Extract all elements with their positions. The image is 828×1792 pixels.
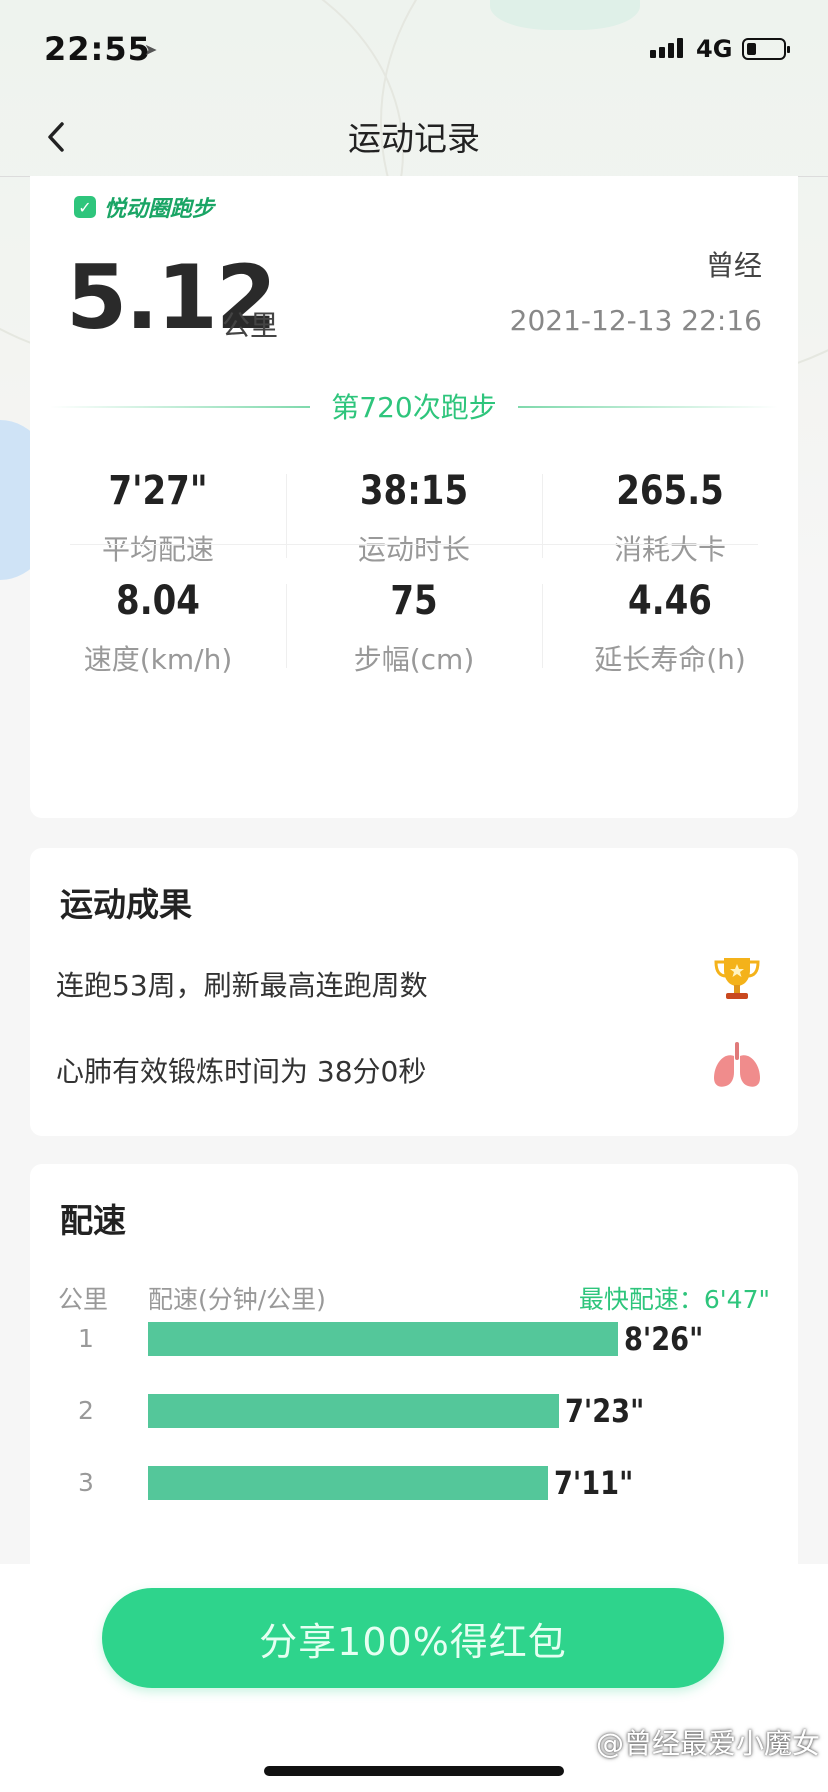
row-separator [70,544,758,545]
stat-stride: 75 步幅(cm) [286,574,542,678]
stat-label: 步幅(cm) [353,643,475,676]
pace-bar [148,1394,559,1428]
pace-value: 7'11" [554,1464,634,1502]
stat-label: 速度(km/h) [83,643,233,676]
distance-unit: 公里 [222,309,279,342]
stat-value: 4.46 [628,578,712,624]
stat-value: 38:15 [359,468,469,514]
pace-row: 2 7'23" [30,1392,798,1432]
pace-card: 配速 公里 配速(分钟/公里) 最快配速：6'47" 1 8'26" 2 7'23" 3… [30,1164,798,1564]
divider-line-right [518,406,778,408]
stat-life-extended: 4.46 延长寿命(h) [542,574,798,678]
stat-calories: 265.5 消耗大卡 [542,464,798,568]
pace-km-label: 1 [78,1324,94,1353]
brand-logo: ✓ 悦动圈跑步 [74,192,214,222]
pace-km-label: 2 [78,1396,94,1425]
achievements-card: 运动成果 连跑53周，刷新最高连跑周数 心肺有效锻炼时间为 38分0秒 [30,848,798,1136]
battery-level [747,43,756,55]
status-time: 22:55 [44,30,151,68]
battery-icon [742,38,790,60]
stat-label: 运动时长 [357,533,470,566]
pace-row: 1 8'26" [30,1320,798,1360]
section-title: 运动成果 [60,885,192,924]
stat-value: 8.04 [116,578,200,624]
fastest-pace: 最快配速：6'47" [578,1285,770,1314]
stat-duration: 38:15 运动时长 [286,464,542,568]
stat-label: 消耗大卡 [613,533,726,566]
watermark: @曾经最爱小魔女 [595,1727,820,1760]
stat-speed: 8.04 速度(km/h) [30,574,286,678]
home-indicator[interactable] [264,1766,564,1776]
brand-name: 悦动圈跑步 [104,197,215,222]
run-count-divider: 第720次跑步 [50,386,778,426]
achievement-text: 连跑53周，刷新最高连跑周数 [56,969,428,1002]
stats-row: 7'27" 平均配速 38:15 运动时长 265.5 消耗大卡 [30,464,798,584]
pace-value: 7'23" [565,1392,645,1430]
stat-value: 75 [390,578,438,624]
bottom-bar: 分享100%得红包 @曾经最爱小魔女 [0,1564,828,1792]
user-name[interactable]: 曾经 [706,244,762,284]
pace-value: 8'26" [624,1320,704,1358]
location-arrow-icon: ➤ [144,40,158,59]
stats-row: 8.04 速度(km/h) 75 步幅(cm) 4.46 延长寿命(h) [30,574,798,694]
trophy-icon [714,958,760,999]
status-bar: 22:55 ➤ 4G [0,0,828,100]
pace-col-km: 公里 [58,1285,109,1314]
lungs-icon [714,1042,760,1087]
pace-row: 3 7'11" [30,1464,798,1504]
page-title: 运动记录 [348,119,480,158]
signal-icon [650,38,686,58]
nav-bar: 运动记录 [0,100,828,177]
brand-icon: ✓ [74,196,96,218]
pace-bar [148,1466,548,1500]
pace-col-pace: 配速(分钟/公里) [148,1285,326,1314]
run-summary-card: ✓ 悦动圈跑步 曾经 5.12 公里 2021-12-13 22:16 第720… [30,176,798,818]
section-title: 配速 [60,1201,126,1240]
stat-value: 265.5 [616,468,724,514]
stat-avg-pace: 7'27" 平均配速 [30,464,286,568]
stat-label: 延长寿命(h) [594,643,746,676]
pace-bar [148,1322,618,1356]
stat-label: 平均配速 [101,533,214,566]
achievement-text: 心肺有效锻炼时间为 38分0秒 [56,1055,427,1088]
run-datetime: 2021-12-13 22:16 [509,304,762,337]
share-button[interactable]: 分享100%得红包 [102,1588,724,1688]
pace-km-label: 3 [78,1468,94,1497]
network-type: 4G [696,35,733,63]
stat-value: 7'27" [108,468,208,514]
